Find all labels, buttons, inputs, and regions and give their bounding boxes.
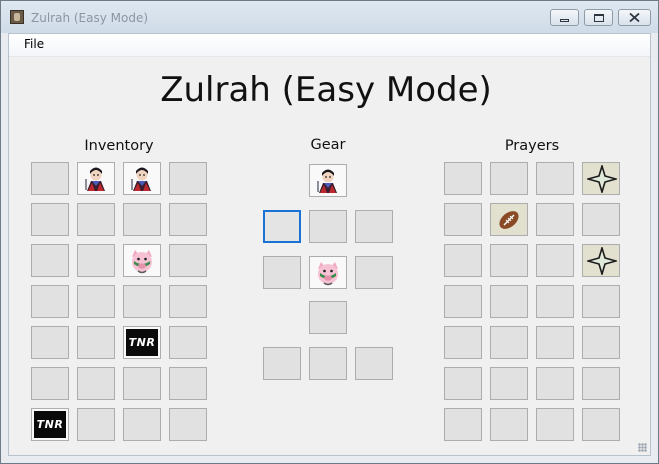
prayer-slot[interactable]	[536, 285, 574, 318]
prayer-slot[interactable]	[582, 408, 620, 441]
prayer-slot[interactable]	[444, 408, 482, 441]
prayer-slot[interactable]	[444, 285, 482, 318]
app-window: Zulrah (Easy Mode) File Zulrah (Easy Mod…	[0, 0, 659, 464]
inventory-grid: TNR TNR	[31, 162, 207, 441]
gear-slot-body[interactable]	[309, 256, 347, 289]
minimize-icon	[560, 18, 569, 22]
inventory-slot[interactable]	[123, 367, 161, 400]
inventory-slot[interactable]	[31, 203, 69, 236]
pig-jester-icon	[318, 262, 338, 286]
inventory-slot[interactable]	[77, 367, 115, 400]
inventory-slot[interactable]	[169, 326, 207, 359]
mage-warrior-icon	[85, 167, 105, 191]
minimize-button[interactable]	[550, 9, 579, 26]
prayer-slot[interactable]	[582, 326, 620, 359]
prayer-slot[interactable]	[582, 162, 620, 195]
prayer-slot[interactable]	[490, 244, 528, 277]
inventory-slot[interactable]	[31, 244, 69, 277]
prayer-slot[interactable]	[490, 367, 528, 400]
prayer-slot[interactable]	[582, 203, 620, 236]
prayer-slot[interactable]	[444, 203, 482, 236]
inventory-slot[interactable]	[31, 326, 69, 359]
maximize-icon	[593, 13, 604, 22]
close-icon	[629, 13, 640, 22]
client-area: File Zulrah (Easy Mode) Inventory Gear P…	[8, 33, 651, 456]
gear-slot-boots[interactable]	[309, 347, 347, 380]
maximize-button[interactable]	[584, 9, 613, 26]
prayer-slot[interactable]	[582, 367, 620, 400]
inventory-slot[interactable]	[169, 367, 207, 400]
prayer-slot[interactable]	[490, 162, 528, 195]
inventory-slot[interactable]	[31, 285, 69, 318]
inventory-slot[interactable]	[169, 162, 207, 195]
inventory-slot[interactable]	[169, 244, 207, 277]
star-icon	[587, 165, 617, 193]
page-title: Zulrah (Easy Mode)	[160, 70, 492, 110]
prayer-slot[interactable]	[536, 408, 574, 441]
inventory-slot[interactable]	[77, 285, 115, 318]
prayer-slot[interactable]	[444, 367, 482, 400]
inventory-slot[interactable]	[77, 162, 115, 195]
inventory-slot[interactable]	[169, 285, 207, 318]
gear-grid	[263, 164, 393, 380]
tnr-logo-icon: TNR	[34, 411, 66, 438]
close-button[interactable]	[618, 9, 651, 26]
inventory-slot[interactable]	[123, 162, 161, 195]
resize-grip[interactable]	[638, 443, 647, 452]
prayer-slot[interactable]	[444, 326, 482, 359]
prayer-slot[interactable]	[582, 244, 620, 277]
football-icon	[499, 211, 519, 229]
prayer-slot[interactable]	[444, 244, 482, 277]
prayer-slot[interactable]	[490, 408, 528, 441]
window-title: Zulrah (Easy Mode)	[31, 11, 149, 25]
prayer-slot[interactable]	[536, 162, 574, 195]
gear-title: Gear	[310, 137, 346, 153]
gear-slot-cape[interactable]	[263, 210, 301, 243]
gear-slot-neck[interactable]	[309, 210, 347, 243]
inventory-slot[interactable]	[77, 203, 115, 236]
prayers-title: Prayers	[504, 138, 560, 154]
gear-slot-weapon[interactable]	[263, 256, 301, 289]
prayer-slot[interactable]	[536, 244, 574, 277]
prayers-grid	[444, 162, 620, 441]
gear-slot-head[interactable]	[309, 164, 347, 197]
gear-slot-legs[interactable]	[309, 301, 347, 334]
gear-slot-shield[interactable]	[355, 256, 393, 289]
prayer-slot[interactable]	[582, 285, 620, 318]
inventory-slot[interactable]	[123, 244, 161, 277]
inventory-slot[interactable]	[31, 162, 69, 195]
star-icon	[587, 247, 617, 275]
inventory-slot[interactable]	[77, 408, 115, 441]
inventory-slot[interactable]	[169, 408, 207, 441]
prayer-slot[interactable]	[490, 326, 528, 359]
tnr-logo-icon: TNR	[126, 329, 158, 356]
gear-slot-ring[interactable]	[355, 347, 393, 380]
inventory-slot[interactable]: TNR	[31, 408, 69, 441]
inventory-slot[interactable]: TNR	[123, 326, 161, 359]
inventory-slot[interactable]	[123, 408, 161, 441]
inventory-slot[interactable]	[77, 244, 115, 277]
mage-warrior-icon	[317, 169, 337, 193]
inventory-slot[interactable]	[31, 367, 69, 400]
inventory-slot[interactable]	[169, 203, 207, 236]
prayer-slot[interactable]	[490, 285, 528, 318]
inventory-title: Inventory	[84, 138, 154, 154]
prayer-slot[interactable]	[536, 326, 574, 359]
prayer-slot[interactable]	[490, 203, 528, 236]
prayer-slot[interactable]	[536, 203, 574, 236]
inventory-slot[interactable]	[123, 285, 161, 318]
inventory-slot[interactable]	[123, 203, 161, 236]
pig-jester-icon	[132, 250, 152, 274]
mage-warrior-icon	[131, 167, 151, 191]
app-icon[interactable]	[10, 10, 24, 24]
gear-slot-ammo[interactable]	[355, 210, 393, 243]
menu-bar: File	[9, 34, 650, 57]
title-bar[interactable]: Zulrah (Easy Mode)	[1, 1, 658, 33]
prayer-slot[interactable]	[536, 367, 574, 400]
prayer-slot[interactable]	[444, 162, 482, 195]
inventory-slot[interactable]	[77, 326, 115, 359]
menu-file[interactable]: File	[24, 37, 44, 51]
gear-slot-gloves[interactable]	[263, 347, 301, 380]
